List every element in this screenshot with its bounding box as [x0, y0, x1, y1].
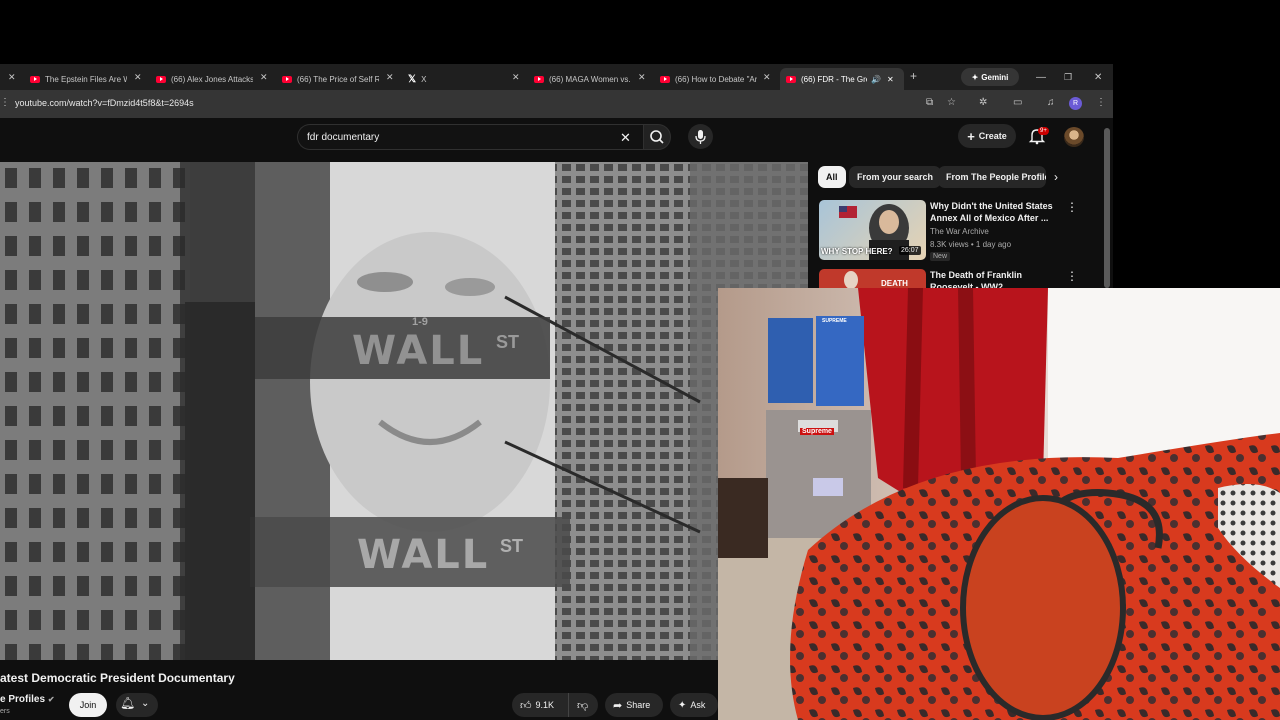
- recommendation-views: 8.3K views • 1 day ago: [930, 240, 1012, 249]
- recommendation-title[interactable]: The Death of Franklin Roosevelt - WW2 Do…: [930, 269, 1060, 289]
- more-options-icon[interactable]: ⋮: [1066, 200, 1078, 214]
- more-options-icon[interactable]: ⋮: [1066, 269, 1078, 283]
- create-button[interactable]: + Create: [958, 124, 1016, 148]
- browser-tab[interactable]: (66) MAGA Women vs.: [534, 68, 634, 90]
- browser-menu-icon[interactable]: ⋮: [1096, 97, 1106, 108]
- notification-count-badge: 9+: [1038, 127, 1049, 135]
- chevron-down-icon: ⌄: [141, 698, 150, 709]
- gemini-button[interactable]: ✦ Gemini: [961, 68, 1019, 86]
- browser-tab-active[interactable]: (66) FDR - The Grea🔊✕: [780, 68, 904, 90]
- minimize-window-button[interactable]: —: [1036, 72, 1046, 83]
- chip-from-your-search[interactable]: From your search: [849, 166, 942, 188]
- video-frame: [0, 162, 808, 660]
- verified-check-icon: ✔: [47, 695, 55, 704]
- recommendation-thumbnail[interactable]: DEATH: [819, 269, 926, 289]
- close-window-button[interactable]: ✕: [1094, 72, 1102, 83]
- tab-close-icon[interactable]: ✕: [8, 72, 16, 83]
- chip-all[interactable]: All: [818, 166, 846, 188]
- tab-close-icon[interactable]: ✕: [134, 72, 142, 83]
- search-icon: [650, 130, 664, 144]
- media-controls-icon[interactable]: ♫: [1047, 97, 1055, 108]
- street-sign-text: WALL: [352, 328, 485, 374]
- sparkle-icon: ✦: [678, 699, 687, 711]
- new-badge: New: [930, 252, 951, 261]
- audio-playing-icon[interactable]: 🔊: [871, 75, 881, 84]
- x-logo-icon: 𝕏: [408, 73, 417, 85]
- youtube-favicon-icon: [786, 75, 796, 83]
- youtube-favicon-icon: [156, 75, 166, 83]
- thumbnail-text: DEATH: [881, 279, 908, 288]
- recommendation-thumbnail[interactable]: WHY STOP HERE? 26:07: [819, 200, 926, 260]
- profile-avatar-icon[interactable]: R: [1069, 97, 1082, 110]
- webcam-feed: [718, 288, 1280, 720]
- thumbs-up-icon: 👍︎: [520, 699, 532, 712]
- subscriber-count: ers: [0, 708, 10, 715]
- extensions-icon[interactable]: ✲: [979, 97, 987, 108]
- bell-icon: 🔔︎: [120, 696, 136, 710]
- tab-close-icon[interactable]: ✕: [260, 72, 268, 83]
- site-info-icon[interactable]: ⋮: [0, 97, 10, 108]
- side-panel-icon[interactable]: ▭: [1013, 97, 1022, 108]
- browser-tab[interactable]: The Epstein Files Are W: [30, 68, 130, 90]
- browser-tab[interactable]: (66) How to Debate "An: [660, 68, 760, 90]
- search-box[interactable]: fdr documentary ✕: [297, 124, 643, 150]
- tab-close-icon[interactable]: ✕: [763, 72, 771, 83]
- youtube-favicon-icon: [282, 75, 292, 83]
- maximize-window-button[interactable]: ❐: [1064, 72, 1072, 83]
- bookmark-star-icon[interactable]: ☆: [947, 97, 956, 108]
- microphone-icon: [695, 130, 706, 144]
- voice-search-button[interactable]: [688, 124, 713, 149]
- ask-button[interactable]: ✦ Ask: [670, 693, 718, 717]
- channel-name[interactable]: e Profiles ✔: [0, 694, 55, 705]
- recommendation-title[interactable]: Why Didn't the United States Annex All o…: [930, 200, 1060, 224]
- webcam-overlay: Supreme SUPREME: [718, 288, 1280, 720]
- browser-tab[interactable]: (66) Alex Jones Attacks: [156, 68, 256, 90]
- plus-icon: +: [967, 128, 975, 144]
- thumbnail-portrait: [844, 271, 858, 289]
- chip-from-channel[interactable]: From The People Profile: [938, 166, 1046, 188]
- new-tab-button[interactable]: +: [910, 69, 917, 83]
- clear-search-icon[interactable]: ✕: [620, 130, 631, 146]
- recommendation-channel[interactable]: The War Archive: [930, 227, 989, 236]
- page-scrollbar[interactable]: [1104, 128, 1110, 288]
- gemini-star-icon: ✦: [971, 72, 979, 82]
- youtube-favicon-icon: [660, 75, 670, 83]
- search-input[interactable]: fdr documentary: [307, 132, 379, 143]
- search-button[interactable]: [643, 124, 671, 150]
- subscribe-notifications-button[interactable]: 🔔︎ ⌄: [116, 693, 158, 717]
- box-label: SUPREME: [822, 318, 847, 324]
- street-sign-suffix: ST: [496, 332, 520, 352]
- account-avatar[interactable]: [1064, 127, 1084, 147]
- tab-close-icon[interactable]: ✕: [638, 72, 646, 83]
- tab-close-icon[interactable]: ✕: [512, 72, 520, 83]
- install-app-icon[interactable]: ⧉: [926, 97, 933, 108]
- browser-tab-strip: ✕ The Epstein Files Are W ✕ (66) Alex Jo…: [0, 64, 1113, 90]
- youtube-favicon-icon: [30, 75, 40, 83]
- street-sign-number: 1-9: [412, 316, 428, 328]
- street-sign-text: WALL: [357, 532, 490, 578]
- chevron-right-icon[interactable]: ›: [1054, 170, 1058, 184]
- thumbs-down-icon: 👎︎: [577, 699, 589, 712]
- video-title: atest Democratic President Documentary: [0, 671, 235, 685]
- youtube-favicon-icon: [534, 75, 544, 83]
- url-field[interactable]: youtube.com/watch?v=fDmzid4t5f8&t=2694s: [15, 98, 194, 108]
- browser-tab[interactable]: (66) The Price of Self Re: [282, 68, 382, 90]
- join-button[interactable]: Join: [69, 693, 107, 717]
- like-button[interactable]: 👍︎ 9.1K: [512, 693, 568, 717]
- dislike-button[interactable]: 👎︎: [568, 693, 598, 717]
- box-logo-label: Supreme: [800, 428, 834, 435]
- share-arrow-icon: ➦: [613, 699, 623, 712]
- share-button[interactable]: ➦ Share: [605, 693, 663, 717]
- tab-close-icon[interactable]: ✕: [386, 72, 394, 83]
- street-sign-suffix: ST: [500, 536, 524, 556]
- browser-tab[interactable]: 𝕏X: [408, 68, 508, 90]
- address-bar: ⋮ youtube.com/watch?v=fDmzid4t5f8&t=2694…: [0, 90, 1113, 118]
- video-player[interactable]: 1-9 WALL ST WALL ST: [0, 162, 808, 660]
- tab-close-icon[interactable]: ✕: [887, 75, 894, 84]
- video-duration: 26:07: [899, 246, 921, 255]
- thumbnail-text: WHY STOP HERE?: [821, 247, 893, 256]
